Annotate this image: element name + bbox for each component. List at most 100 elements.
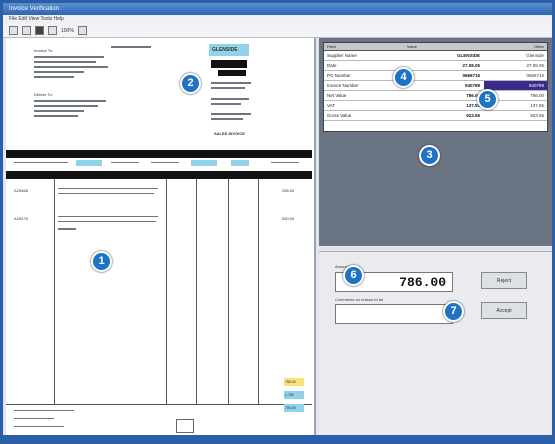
row-label: Invoice Number (327, 83, 359, 88)
signature-mark (111, 46, 151, 48)
line-item-amount: 256.00 (282, 188, 295, 193)
column-header: Other (533, 44, 544, 49)
vat-total: 1,786 (285, 393, 294, 397)
row-label: VAT (327, 103, 336, 108)
row-other-selected[interactable]: 940789 (484, 81, 547, 90)
reference-field (111, 162, 139, 163)
callout-7: 7 (443, 301, 464, 322)
reference-field (271, 162, 299, 163)
address-line (34, 100, 106, 102)
bill-to-label: Invoice To: (34, 48, 54, 53)
address-line (34, 105, 98, 107)
footer-note (14, 426, 64, 427)
table-header: Field Value Other (324, 43, 547, 51)
row-value: 137.55 (466, 103, 480, 108)
address-line (34, 71, 84, 73)
menu-bar[interactable]: File Edit View Tools Help (3, 15, 552, 24)
company-details (211, 113, 251, 115)
column-divider (228, 179, 229, 404)
table-row[interactable]: Invoice Number 940789 940789 (324, 81, 547, 91)
row-other: Glenside (526, 53, 544, 58)
table-row[interactable]: VAT 137.55 137.55 (324, 101, 547, 111)
column-divider (196, 179, 197, 404)
application-window: Invoice Verification File Edit View Tool… (0, 0, 555, 444)
callout-4: 4 (393, 67, 414, 88)
next-icon[interactable] (77, 26, 87, 35)
reason-input[interactable] (335, 304, 453, 324)
row-label: Net Value (327, 93, 347, 98)
invoice-document[interactable]: Invoice To: Deliver To: GLENSIDE SALES I… (6, 38, 316, 438)
logo-bar (211, 60, 247, 68)
callout-1: 1 (91, 251, 112, 272)
field-highlight (76, 160, 102, 166)
toolbar: 100% (3, 24, 552, 38)
footer-note (14, 410, 74, 411)
field-highlight (191, 160, 217, 166)
address-line (34, 76, 74, 78)
column-header: Value (407, 44, 417, 49)
save-icon[interactable] (22, 26, 31, 35)
row-label: Gross Value (327, 113, 352, 118)
row-value: 0666716 (462, 73, 480, 78)
company-details (211, 82, 251, 84)
window-title: Invoice Verification (9, 6, 60, 12)
status-bar (3, 435, 552, 441)
line-item-description (58, 228, 76, 230)
row-other: 27.08.05 (526, 63, 544, 68)
row-value: 786.00 (466, 93, 480, 98)
row-value: 940789 (464, 83, 480, 88)
gross-total: 786.00 (285, 406, 296, 410)
row-other: 923.55 (530, 113, 544, 118)
address-line (34, 56, 104, 58)
header-band (6, 150, 312, 158)
callout-6: 6 (343, 265, 364, 286)
title-bar: Invoice Verification (3, 3, 552, 15)
company-logo: GLENSIDE (212, 47, 238, 53)
row-value: 27.08.05 (462, 63, 480, 68)
field-highlight (231, 160, 249, 166)
table-row[interactable]: Gross Value 923.55 923.55 (324, 111, 547, 121)
table-row[interactable]: PO Number 0666716 0666716 (324, 71, 547, 81)
row-other: 0666716 (526, 73, 544, 78)
totals-divider (6, 404, 312, 405)
reject-button[interactable]: Reject (481, 272, 527, 289)
extraction-panel: Field Value Other Supplier Name GLENSIDE G… (319, 38, 552, 246)
address-line (34, 115, 78, 117)
callout-2: 2 (180, 73, 201, 94)
ship-to-label: Deliver To: (34, 92, 53, 97)
stamp-icon (176, 419, 194, 433)
table-row[interactable]: Date 27.08.05 27.08.05 (324, 61, 547, 71)
company-details (211, 98, 249, 100)
zoom-level: 100% (61, 27, 74, 34)
net-total: 786.00 (285, 380, 296, 384)
table-row[interactable]: Supplier Name GLENSIDE Glenside (324, 51, 547, 61)
column-divider (54, 179, 55, 404)
footer-note (14, 418, 54, 419)
reason-label: Comments on reason to be (335, 297, 384, 302)
line-item-description (58, 193, 154, 194)
column-divider (258, 179, 259, 404)
row-value: GLENSIDE (456, 53, 480, 58)
address-line (34, 110, 84, 112)
table-row[interactable]: Net Value 786.00 786.00 (324, 91, 547, 101)
company-details (211, 103, 241, 105)
print-icon[interactable] (35, 26, 44, 35)
line-items-header (6, 171, 312, 179)
address-line (34, 61, 96, 63)
zoom-icon[interactable] (48, 26, 57, 35)
company-details (211, 118, 243, 120)
extracted-fields-table: Field Value Other Supplier Name GLENSIDE G… (323, 42, 548, 132)
reference-field (14, 162, 68, 163)
accept-button[interactable]: Accept (481, 302, 527, 319)
row-value: 923.55 (466, 113, 480, 118)
reference-field (151, 162, 179, 163)
callout-3: 3 (419, 145, 440, 166)
line-item-description (58, 216, 158, 217)
line-item-code: A25475 (14, 216, 28, 221)
line-item-description (58, 221, 156, 222)
line-item-code: A25468 (14, 188, 28, 193)
open-icon[interactable] (9, 26, 18, 35)
logo-bar (218, 70, 246, 76)
address-line (34, 66, 108, 68)
callout-5: 5 (477, 89, 498, 110)
